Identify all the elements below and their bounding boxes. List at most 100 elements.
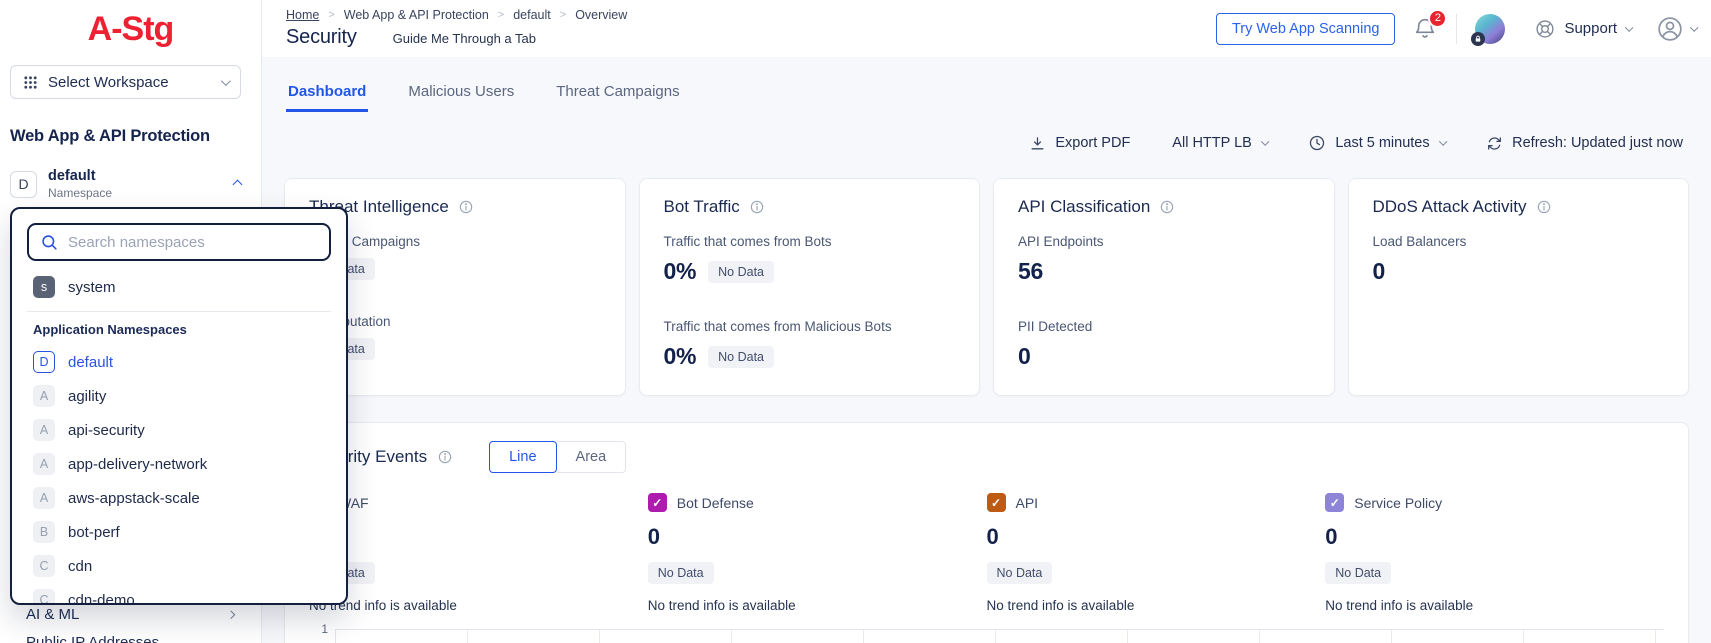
namespace-option-label: cdn xyxy=(68,558,92,575)
chevron-down-icon xyxy=(1439,138,1447,146)
info-icon[interactable] xyxy=(1536,199,1552,215)
metric-label: API Endpoints xyxy=(1018,234,1310,249)
card-bot-traffic: Bot Traffic Traffic that comes from Bots… xyxy=(639,178,981,396)
refresh-button[interactable]: Refresh: Updated just now xyxy=(1486,135,1683,152)
user-menu[interactable] xyxy=(1656,15,1696,43)
refresh-status-label: Refresh: Updated just now xyxy=(1512,135,1683,151)
namespace-option-default[interactable]: D default xyxy=(27,345,331,379)
check-icon: ✓ xyxy=(652,496,662,510)
namespace-option-app-delivery-network[interactable]: A app-delivery-network xyxy=(27,447,331,481)
card-title: Bot Traffic xyxy=(664,197,740,217)
info-icon[interactable] xyxy=(749,199,765,215)
toggle-line-button[interactable]: Line xyxy=(489,441,556,473)
check-icon: ✓ xyxy=(1330,496,1340,510)
select-workspace-button[interactable]: Select Workspace xyxy=(10,65,241,99)
card-title: API Classification xyxy=(1018,197,1150,217)
try-web-app-scanning-button[interactable]: Try Web App Scanning xyxy=(1216,13,1396,45)
breadcrumb-separator: > xyxy=(498,9,504,21)
chevron-down-icon xyxy=(1625,23,1633,31)
card-ddos-attack-activity: DDoS Attack Activity Load Balancers 0 xyxy=(1348,178,1690,396)
namespace-option-aws-appstack-scale[interactable]: A aws-appstack-scale xyxy=(27,481,331,515)
tab-malicious-users[interactable]: Malicious Users xyxy=(406,83,516,112)
namespace-option-api-security[interactable]: A api-security xyxy=(27,413,331,447)
breadcrumb-item[interactable]: Overview xyxy=(575,8,627,22)
namespace-option-label: agility xyxy=(68,388,106,405)
support-label: Support xyxy=(1564,20,1617,37)
support-menu[interactable]: Support xyxy=(1534,18,1630,40)
namespace-option-cdn[interactable]: C cdn xyxy=(27,549,331,583)
namespace-option-bot-perf[interactable]: B bot-perf xyxy=(27,515,331,549)
tab-threat-campaigns[interactable]: Threat Campaigns xyxy=(554,83,681,112)
lb-filter-dropdown[interactable]: All HTTP LB xyxy=(1172,135,1266,151)
sidebar-item-public-ip-addresses[interactable]: Public IP Addresses xyxy=(26,634,233,643)
export-pdf-button[interactable]: Export PDF xyxy=(1029,135,1130,152)
breadcrumb-item[interactable]: Web App & API Protection xyxy=(344,8,489,22)
tab-dashboard[interactable]: Dashboard xyxy=(286,83,368,112)
breadcrumb-item[interactable]: default xyxy=(513,8,551,22)
dashboard-toolbar: Export PDF All HTTP LB Last 5 minutes xyxy=(284,134,1689,152)
summary-cards: Threat Intelligence Threat Campaigns No … xyxy=(284,178,1689,396)
chart-plot-area xyxy=(335,629,1664,643)
namespace-option-label: default xyxy=(68,354,113,371)
info-icon[interactable] xyxy=(458,199,474,215)
sidebar-item-ai-ml[interactable]: AI & ML xyxy=(26,606,233,623)
namespace-type-label: Namespace xyxy=(48,186,112,200)
lb-filter-label: All HTTP LB xyxy=(1172,135,1252,151)
legend-note: No trend info is available xyxy=(648,598,987,613)
metric-label: Load Balancers xyxy=(1373,234,1665,249)
no-data-badge: No Data xyxy=(708,346,774,368)
legend-note: No trend info is available xyxy=(987,598,1326,613)
legend-value: 0 xyxy=(1325,524,1664,550)
namespace-option-label: aws-appstack-scale xyxy=(68,490,200,507)
header-divider xyxy=(1456,14,1457,44)
legend-item-service-policy: ✓ Service Policy 0 No Data No trend info… xyxy=(1325,493,1664,613)
legend-value: 0 xyxy=(987,524,1326,550)
tenant-avatar[interactable] xyxy=(1475,14,1505,44)
namespace-option-label: bot-perf xyxy=(68,524,120,541)
chevron-up-icon xyxy=(233,179,243,189)
namespace-option-label: cdn-demo xyxy=(68,592,135,606)
breadcrumb-separator: > xyxy=(560,9,566,21)
chevron-down-icon xyxy=(221,76,231,86)
namespace-initial-badge: A xyxy=(33,419,55,441)
namespace-search[interactable] xyxy=(27,223,331,261)
toggle-area-button[interactable]: Area xyxy=(557,441,627,473)
namespace-initial-badge: C xyxy=(33,555,55,577)
namespace-selector[interactable]: D default Namespace xyxy=(10,168,241,200)
chart-type-toggle: Line Area xyxy=(489,441,626,473)
time-range-label: Last 5 minutes xyxy=(1335,135,1429,151)
namespace-option-label: api-security xyxy=(68,422,145,439)
legend-item-waf: ✓ WAF 0 No Data No trend info is availab… xyxy=(309,493,648,613)
metric-label: IP Reputation xyxy=(309,314,601,329)
namespace-search-input[interactable] xyxy=(68,234,318,251)
breadcrumb-home-link[interactable]: Home xyxy=(286,8,319,22)
namespace-option-agility[interactable]: A agility xyxy=(27,379,331,413)
legend-value: 0 xyxy=(309,524,648,550)
sidebar-section-title: Web App & API Protection xyxy=(10,127,251,146)
checkbox-checked[interactable]: ✓ xyxy=(987,493,1006,512)
checkbox-checked[interactable]: ✓ xyxy=(648,493,667,512)
y-axis-tick: 1 xyxy=(309,622,335,643)
notifications-button[interactable]: 2 xyxy=(1412,16,1438,42)
refresh-icon xyxy=(1486,135,1503,152)
info-icon[interactable] xyxy=(1159,199,1175,215)
namespace-initial-badge: A xyxy=(33,385,55,407)
top-header: Home > Web App & API Protection > defaul… xyxy=(262,0,1711,57)
namespace-initial-badge: C xyxy=(33,589,55,605)
guide-me-link[interactable]: Guide Me Through a Tab xyxy=(393,31,536,46)
metric-value: 0% xyxy=(664,343,697,370)
namespace-option-label: app-delivery-network xyxy=(68,456,207,473)
time-range-dropdown[interactable]: Last 5 minutes xyxy=(1308,134,1444,152)
legend-label: Bot Defense xyxy=(677,495,754,511)
lock-icon xyxy=(1471,32,1485,46)
checkbox-checked[interactable]: ✓ xyxy=(1325,493,1344,512)
namespace-option-system[interactable]: s system xyxy=(27,271,331,303)
chevron-down-icon xyxy=(1690,23,1698,31)
info-icon[interactable] xyxy=(437,449,453,465)
check-icon: ✓ xyxy=(991,496,1001,510)
namespace-option-cdn-demo[interactable]: C cdn-demo xyxy=(27,583,331,605)
namespace-name: default xyxy=(48,168,112,184)
breadcrumb-separator: > xyxy=(328,9,334,21)
namespace-initial-badge: A xyxy=(33,453,55,475)
metric-label: Traffic that comes from Malicious Bots xyxy=(664,319,956,334)
